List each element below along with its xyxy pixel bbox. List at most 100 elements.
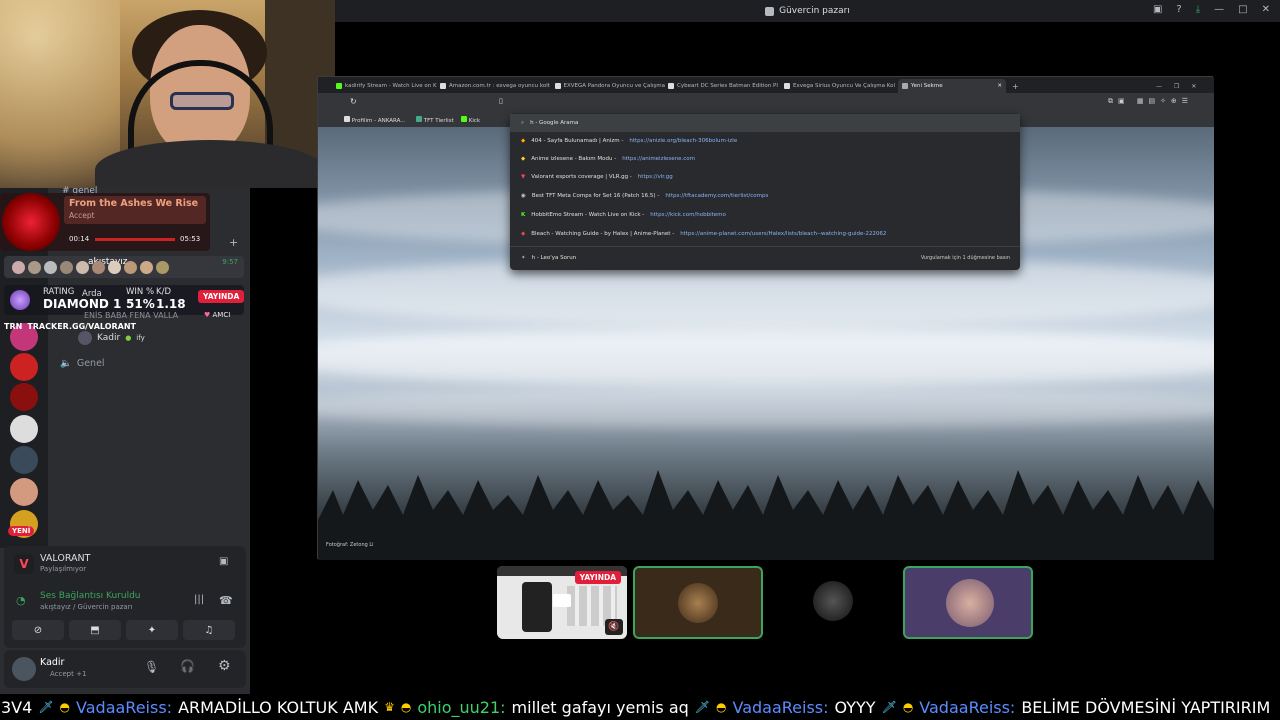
- badge-icon: ◓: [902, 700, 914, 714]
- winpct-label: WIN %: [126, 287, 155, 297]
- mute-icon[interactable]: 🔇: [605, 619, 623, 635]
- rank-emblem-icon: [10, 290, 30, 310]
- video-tile[interactable]: [768, 566, 898, 639]
- suggestion-url: https://kick.com/hobbitemo: [650, 212, 726, 218]
- server-icon[interactable]: [10, 446, 38, 474]
- close-icon[interactable]: ✕: [1191, 83, 1196, 90]
- voice-user[interactable]: ENİS BABA FENA VALLA: [84, 311, 178, 320]
- video-tile[interactable]: [633, 566, 763, 639]
- chair-thumbnail: [522, 582, 552, 632]
- suggestion-url: https://vlr.gg: [637, 174, 673, 180]
- browser-tab-active[interactable]: Yeni Sekme ✕: [898, 79, 1006, 93]
- microphone-icon[interactable]: 🎙: [144, 660, 159, 674]
- voice-channel-genel[interactable]: 🔈 Genel: [60, 358, 105, 369]
- close-icon[interactable]: ✕: [1262, 4, 1270, 15]
- ask-leo-item[interactable]: ✦ h - Leo'ya Sorun Vurgulamak için 1 düğme…: [510, 249, 1020, 267]
- bookmark-item[interactable]: Profilim - ANKARA...: [344, 116, 406, 124]
- stream-preview-icon[interactable]: ▣: [219, 556, 228, 567]
- voice-panel: V VALORANT Paylaşılmıyor ▣ ◔ Ses Bağlant…: [4, 546, 246, 648]
- voice-user[interactable]: Arda: [82, 289, 102, 299]
- title-bar: Güvercin pazarı ▣ ? ⤓ — □ ✕: [335, 0, 1280, 22]
- winpct-value: 51%: [126, 297, 155, 311]
- settings-gear-icon[interactable]: ⚙: [218, 658, 231, 674]
- voice-user[interactable]: Kadir ● ify: [78, 331, 145, 345]
- chat-username: VadaaReiss:: [76, 697, 173, 717]
- avatar[interactable]: [12, 657, 36, 681]
- tab-close-icon[interactable]: ✕: [997, 83, 1002, 89]
- suggestion-item[interactable]: ◆ Bleach - Watching Guide - by Halex | An…: [510, 225, 1020, 243]
- disconnect-icon[interactable]: ☎: [219, 594, 233, 607]
- badge-icon: ◓: [59, 700, 71, 714]
- tab-label: Yeni Sekme: [911, 83, 943, 89]
- highlight-hint: Vurgulamak için 1 düğmesine basın: [920, 255, 1010, 261]
- suggestion-title: h - Google Arama: [530, 120, 579, 126]
- chat-message: millet gafayı yemis aq: [511, 697, 689, 717]
- site-icon: ◉: [521, 193, 526, 199]
- soundboard-icon: ♫: [204, 624, 214, 636]
- chat-ticker: 3V4 🗡 ◓ VadaaReiss: ARMADİLLO KOLTUK AMK …: [0, 694, 1280, 720]
- bookmark-label: Profilim - ANKARA...: [351, 118, 406, 124]
- browser-tab[interactable]: Exvega Sirius Oyuncu Ve Çalışma Kol: [784, 79, 896, 93]
- stream-tile[interactable]: YAYINDA 🔇: [497, 566, 627, 639]
- server-icon[interactable]: [10, 415, 38, 443]
- suggestion-item[interactable]: ◆ Anime izlesene - Bakım Modu - https://an…: [510, 150, 1020, 168]
- chat-message: BELİME DÖVMESİNİ YAPTIRIRIM: [1021, 697, 1271, 717]
- chat-message: ARMADİLLO KOLTUK AMK: [178, 697, 379, 717]
- suggestion-url: https://tftacademy.com/tierlist/comps: [665, 193, 769, 199]
- avatar: [946, 579, 994, 627]
- minimize-icon[interactable]: —: [1156, 83, 1162, 90]
- tab-label: EXVEGA Pandora Oyuncu ve Çalışma: [563, 83, 665, 89]
- bookmark-item[interactable]: TFT Tierlist: [416, 116, 454, 124]
- kick-icon: K: [521, 212, 526, 218]
- chat-username: ohio_uu21:: [417, 697, 506, 717]
- participant-avatars: [12, 261, 169, 274]
- add-channel-icon[interactable]: +: [229, 236, 238, 249]
- new-tab-icon[interactable]: +: [1012, 79, 1022, 93]
- extensions-icons[interactable]: ⧉▣ ▦▤✧⊕☰: [1108, 97, 1193, 106]
- screen-icon[interactable]: ▣: [1153, 4, 1162, 15]
- help-icon[interactable]: ?: [1176, 4, 1181, 15]
- browser-tab[interactable]: EXVEGA Pandora Oyuncu ve Çalışma: [555, 79, 665, 93]
- video-tile[interactable]: [903, 566, 1033, 639]
- suggestion-item[interactable]: ▼ Valorant esports coverage | VLR.gg - htt…: [510, 168, 1020, 186]
- noise-suppression-icon[interactable]: |||: [194, 594, 204, 605]
- suggestion-item[interactable]: ⌕ h - Google Arama: [510, 114, 1020, 132]
- tracker-site: TRACKER.GG/VALORANT: [27, 322, 137, 331]
- browser-tab[interactable]: Cybeart DC Series Batman Edition Pl: [668, 79, 783, 93]
- suggestion-item[interactable]: ◉ Best TFT Meta Comps for Set 16 (Patch 1…: [510, 187, 1020, 205]
- leo-icon: ✦: [521, 255, 526, 261]
- soundboard-button[interactable]: ♫: [183, 620, 235, 640]
- user-tag: ♥ AMCI: [204, 311, 230, 319]
- track-title: From the Ashes We Rise: [69, 198, 199, 209]
- activities-button[interactable]: ✦: [126, 620, 178, 640]
- server-icon[interactable]: [10, 478, 38, 506]
- window-title: Güvercin pazarı: [779, 6, 850, 16]
- browser-tab[interactable]: Amazon.com.tr : exvega oyuncu kolt: [440, 79, 555, 93]
- server-icon[interactable]: [10, 383, 38, 411]
- screen-share-button[interactable]: ⬒: [69, 620, 121, 640]
- channel-icon: [765, 6, 775, 16]
- maximize-icon[interactable]: □: [1238, 4, 1247, 15]
- bookmark-item[interactable]: Kick: [461, 116, 480, 124]
- server-icon[interactable]: [10, 353, 38, 381]
- badge-icon: ◓: [716, 700, 727, 714]
- game-sub: Paylaşılmıyor: [40, 565, 87, 573]
- elapsed-time: 00:14: [69, 235, 90, 243]
- camera-off-button[interactable]: ⊘: [12, 620, 64, 640]
- suggestion-title: Best TFT Meta Comps for Set 16 (Patch 16…: [531, 193, 660, 199]
- bookmark-icon[interactable]: ▯: [499, 97, 503, 105]
- maximize-icon[interactable]: ❐: [1174, 83, 1179, 90]
- reload-icon[interactable]: ↻: [350, 97, 357, 106]
- suggestion-title: Valorant esports coverage | VLR.gg -: [531, 174, 632, 180]
- voice-channel-row[interactable]: akıştayız 9:57: [4, 256, 244, 278]
- camera-off-icon: ⊘: [33, 624, 43, 636]
- headphones-icon[interactable]: 🎧: [180, 659, 195, 673]
- browser-tab[interactable]: kadirify Stream - Watch Live on K: [336, 79, 440, 93]
- album-art: [2, 193, 60, 251]
- voice-user-name: ENİS BABA FENA VALLA: [84, 311, 179, 320]
- suggestion-item[interactable]: ◆ 404 - Sayfa Bulunamadı | Anizm - https:/…: [510, 132, 1020, 150]
- download-icon[interactable]: ⤓: [1196, 4, 1200, 15]
- suggestion-url: https://anizle.org/bleach-306bolum-izle: [629, 138, 738, 144]
- suggestion-item[interactable]: K HobbitEmo Stream - Watch Live on Kick -…: [510, 206, 1020, 224]
- minimize-icon[interactable]: —: [1214, 4, 1224, 15]
